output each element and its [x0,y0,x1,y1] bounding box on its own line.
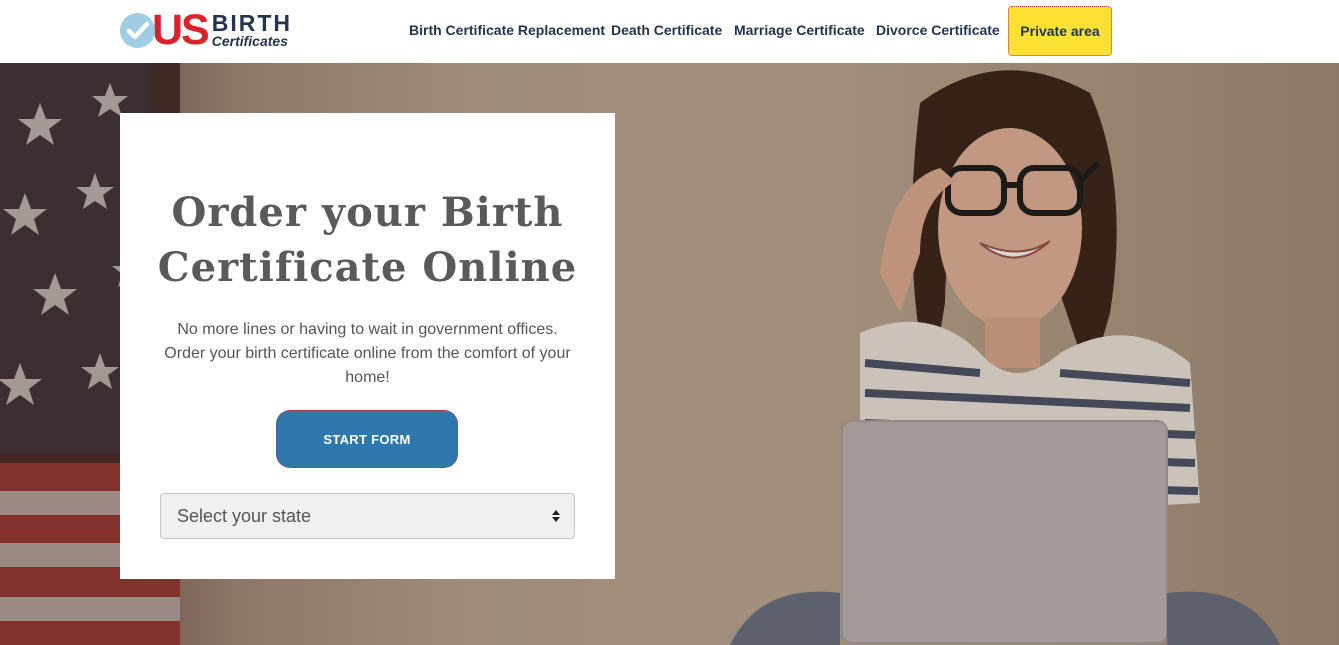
order-card: Order your Birth Certificate Online No m… [120,113,615,579]
state-select-value: Select your state [177,505,312,526]
site-header: US BIRTH Certificates Birth Certificate … [0,0,1339,63]
page-title: Order your Birth Certificate Online [120,185,615,295]
start-form-button[interactable]: START FORM [276,410,458,468]
nav-marriage-certificate[interactable]: Marriage Certificate [734,22,865,38]
select-arrows-icon [552,510,560,522]
logo-words: BIRTH Certificates [211,10,293,49]
hero-description: No more lines or having to wait in gover… [150,318,585,390]
state-select[interactable]: Select your state [160,493,575,539]
nav-birth-certificate-replacement[interactable]: Birth Certificate Replacement [409,22,605,38]
nav-death-certificate[interactable]: Death Certificate [611,22,722,38]
description-line-3: home! [345,369,390,386]
logo[interactable]: US BIRTH Certificates [120,6,310,54]
private-area-button[interactable]: Private area [1008,6,1112,56]
logo-certificates-text: Certificates [211,33,288,49]
check-icon [120,12,155,48]
title-line-1: Order your Birth [171,189,564,236]
logo-birth-text: BIRTH [211,10,293,36]
nav-divorce-certificate[interactable]: Divorce Certificate [876,22,1000,38]
description-line-1: No more lines or having to wait in gover… [177,321,558,338]
title-line-2: Certificate Online [157,244,578,291]
description-line-2: Order your birth certificate online from… [164,345,571,362]
logo-us-text: US [152,6,210,54]
